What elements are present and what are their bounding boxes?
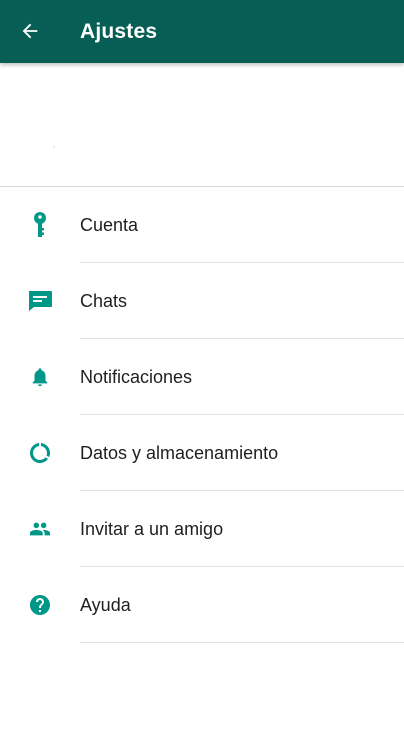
help-icon	[24, 591, 56, 619]
menu-item-label: Notificaciones	[80, 367, 193, 387]
back-button[interactable]	[12, 13, 48, 49]
settings-menu: Cuenta Chats Notificaciones Datos y alma…	[0, 187, 404, 643]
app-bar: Ajustes	[0, 0, 404, 63]
key-icon	[24, 211, 56, 239]
menu-item-cuenta[interactable]: Cuenta	[0, 187, 404, 263]
profile-placeholder	[53, 146, 55, 148]
menu-item-label: Invitar a un amigo	[80, 519, 224, 539]
menu-item-label: Datos y almacenamiento	[80, 443, 279, 463]
profile-section[interactable]	[0, 63, 404, 187]
people-icon	[24, 515, 56, 543]
menu-item-label: Cuenta	[80, 215, 139, 235]
data-usage-icon	[24, 439, 56, 467]
menu-item-datos-almacenamiento[interactable]: Datos y almacenamiento	[0, 415, 404, 491]
chat-icon	[24, 287, 56, 315]
arrow-back-icon	[22, 23, 38, 39]
menu-item-chats[interactable]: Chats	[0, 263, 404, 339]
bell-icon	[24, 363, 56, 391]
menu-item-ayuda[interactable]: Ayuda	[0, 567, 404, 643]
menu-item-label: Chats	[80, 291, 128, 311]
divider	[80, 642, 404, 643]
menu-item-label: Ayuda	[80, 595, 131, 615]
menu-item-notificaciones[interactable]: Notificaciones	[0, 339, 404, 415]
page-title: Ajustes	[80, 20, 158, 43]
menu-item-invitar-amigo[interactable]: Invitar a un amigo	[0, 491, 404, 567]
